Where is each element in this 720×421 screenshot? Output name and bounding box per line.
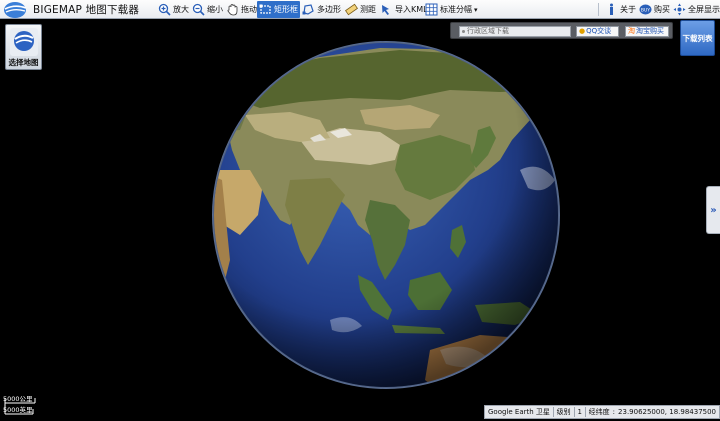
scale-km-label: 5000公里 — [3, 395, 33, 403]
rectangle-select-button[interactable]: 矩形框 — [257, 1, 300, 18]
region-search-input[interactable]: 行政区域下载 — [459, 26, 571, 37]
qq-chat-label: QQ交谈 — [586, 27, 612, 35]
zoom-level-value: 1 — [577, 408, 582, 416]
scale-mi-label: 5000英里 — [3, 406, 33, 414]
coords-value: 23.90625000, 18.98437500 — [618, 408, 717, 416]
polygon-select-label: 多边形 — [317, 5, 341, 14]
grid-icon — [425, 3, 438, 16]
polygon-select-icon — [302, 4, 314, 15]
fullscreen-icon — [673, 3, 686, 16]
zoom-level-label: 级别 — [556, 408, 571, 416]
taobao-buy-label: 淘宝购买 — [636, 27, 664, 35]
zoom-out-label: 缩小 — [207, 5, 223, 14]
map-canvas[interactable] — [0, 20, 720, 421]
chevron-down-icon: ▾ — [474, 5, 478, 14]
measure-button[interactable]: 测距 — [343, 1, 378, 18]
select-map-button[interactable]: 选择地图 — [5, 24, 42, 70]
zoom-in-button[interactable]: 放大 — [156, 1, 191, 18]
taobao-icon: 淘 — [628, 27, 635, 35]
coords-label: 经纬度 — [588, 408, 610, 416]
import-arrow-icon — [382, 5, 389, 15]
polygon-select-button[interactable]: 多边形 — [300, 1, 343, 18]
rectangle-select-icon — [259, 4, 271, 14]
toolbar: BIGEMAP 地图下载器 放大 缩小 拖动 矩形框 多边形 测距 导入KML … — [0, 0, 720, 19]
svg-text:BUY: BUY — [641, 7, 650, 13]
qq-icon: ● — [579, 27, 586, 35]
about-label: 关于 — [620, 5, 636, 14]
select-map-label: 选择地图 — [8, 58, 39, 67]
bigemap-logo-icon — [4, 2, 27, 18]
zoom-in-label: 放大 — [173, 5, 189, 14]
chevron-double-right-icon: » — [710, 204, 717, 216]
taobao-buy-button[interactable]: 淘 淘宝购买 — [625, 26, 669, 37]
search-bar: 行政区域下载 ● QQ交谈 淘 淘宝购买 — [450, 22, 673, 39]
rectangle-select-label: 矩形框 — [274, 5, 298, 14]
cart-icon: BUY — [639, 4, 652, 15]
zoom-in-icon — [158, 3, 171, 16]
status-bar: Google Earth 卫星 级别 1 经纬度 : 23.90625000, … — [484, 405, 720, 419]
globe-icon — [10, 28, 38, 56]
hand-icon — [227, 4, 238, 16]
info-icon — [610, 3, 613, 15]
zoom-out-button[interactable]: 缩小 — [190, 1, 225, 18]
buy-label: 购买 — [654, 5, 670, 14]
pan-label: 拖动 — [241, 5, 257, 14]
app-title: BIGEMAP 地图下载器 — [33, 4, 140, 16]
fullscreen-button[interactable]: 全屏显示 — [671, 1, 720, 18]
download-list-button[interactable]: 下载列表 — [680, 20, 715, 56]
buy-button[interactable]: BUY 购买 — [637, 1, 672, 18]
panel-expand-tab[interactable]: » — [706, 186, 720, 234]
ruler-icon — [345, 3, 358, 16]
fullscreen-label: 全屏显示 — [688, 5, 720, 14]
measure-label: 测距 — [360, 5, 376, 14]
pan-button[interactable]: 拖动 — [224, 1, 259, 18]
map-source-label: Google Earth 卫星 — [488, 408, 550, 416]
import-kml-button[interactable]: 导入KML — [378, 1, 430, 18]
standard-tile-button[interactable]: 标准分幅 ▾ — [423, 1, 480, 18]
earth-globe[interactable] — [0, 20, 720, 421]
qq-chat-button[interactable]: ● QQ交谈 — [576, 26, 619, 37]
standard-tile-label: 标准分幅 — [440, 5, 472, 14]
about-button[interactable]: 关于 — [603, 1, 638, 18]
toolbar-divider — [598, 3, 599, 16]
zoom-out-icon — [192, 3, 205, 16]
